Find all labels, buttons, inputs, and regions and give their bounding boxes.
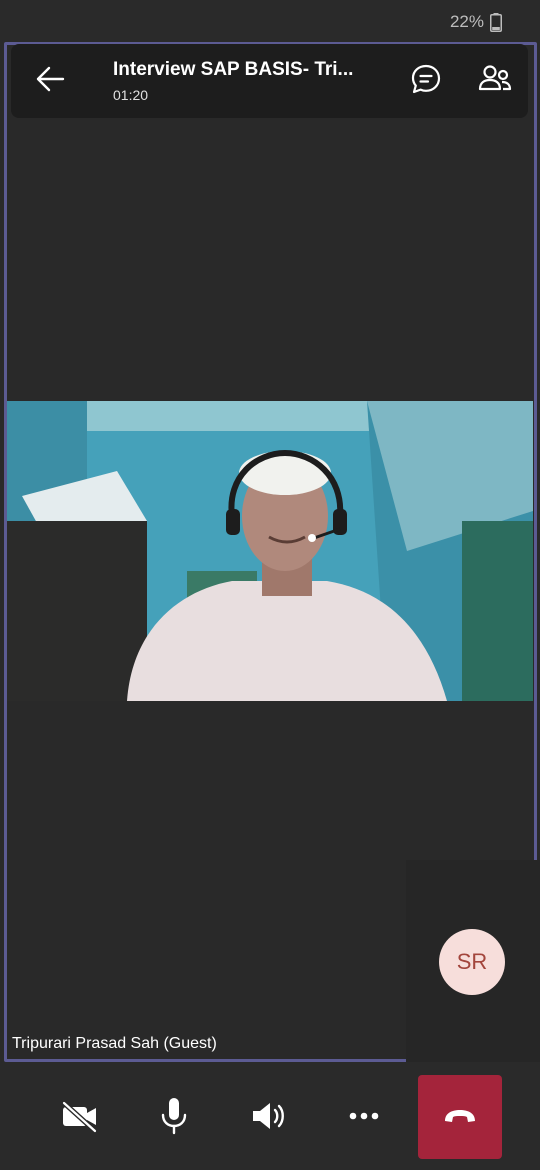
chat-icon[interactable]	[409, 62, 443, 96]
back-arrow-icon[interactable]	[35, 62, 65, 96]
phone-hangup-icon	[445, 1110, 475, 1122]
speaker-icon[interactable]	[241, 1088, 297, 1144]
participants-icon[interactable]	[477, 62, 513, 96]
battery-percentage: 22%	[449, 12, 484, 31]
video-off-icon[interactable]	[52, 1088, 108, 1144]
self-view-tile[interactable]: SR	[406, 860, 540, 1062]
microphone-icon[interactable]	[146, 1088, 202, 1144]
status-bar: 22%	[0, 0, 540, 42]
meeting-title: Interview SAP BASIS- Tri...	[113, 59, 354, 80]
call-timer: 01:20	[113, 87, 149, 103]
participant-name-label: Tripurari Prasad Sah (Guest)	[12, 1035, 217, 1052]
avatar: SR	[439, 929, 505, 995]
hang-up-button[interactable]	[418, 1075, 502, 1159]
call-header: Interview SAP BASIS- Tri... 01:20	[11, 44, 528, 118]
more-options-icon[interactable]	[336, 1088, 392, 1144]
participant-video[interactable]	[7, 401, 533, 701]
video-frame	[7, 401, 533, 701]
teams-call-screen: 22% Interview SAP BASIS- Tri... 01:20 Tr…	[0, 0, 540, 1170]
call-controls-bar	[0, 1062, 540, 1170]
battery-icon	[490, 13, 502, 32]
